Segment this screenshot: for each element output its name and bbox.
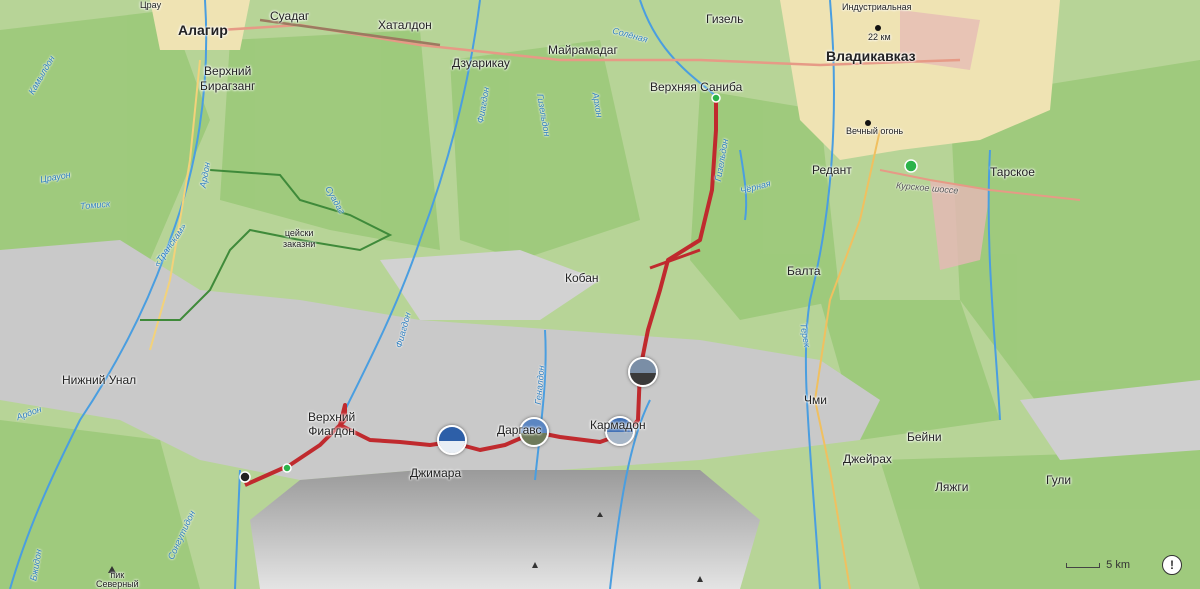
place-label-gizel: Гизель bbox=[706, 12, 744, 26]
route-start-marker[interactable] bbox=[282, 463, 292, 473]
waypoint-marker[interactable] bbox=[711, 93, 721, 103]
place-label-balta: Балта bbox=[787, 264, 821, 278]
place-label-lyazhgi: Ляжги bbox=[935, 480, 969, 494]
map-base bbox=[0, 0, 1200, 589]
place-label-zakaznik: цейски заказни bbox=[283, 228, 316, 249]
place-label-guli: Гули bbox=[1046, 473, 1072, 487]
place-label-vechny-ogon: Вечный огонь bbox=[846, 126, 904, 136]
place-label-khataldon: Хаталдон bbox=[378, 18, 432, 32]
photo-marker-dzhimara[interactable] bbox=[437, 425, 467, 455]
scale-bar: 5 km bbox=[1066, 559, 1130, 571]
place-label-dzhimara: Джимара bbox=[410, 466, 462, 480]
place-label-verkhnyaya-saniba: Верхняя Саниба bbox=[650, 80, 743, 94]
place-label-koban: Кобан bbox=[565, 271, 599, 285]
place-label-industrialnaya: Индустриальная bbox=[842, 2, 912, 12]
place-label-beyni: Бейни bbox=[907, 430, 942, 444]
place-label-dargavs: Даргавс bbox=[497, 423, 542, 437]
poi-icon bbox=[875, 25, 881, 31]
place-label-dzuarikau: Дзуарикау bbox=[452, 56, 510, 70]
place-label-tarskoe: Тарское bbox=[990, 165, 1035, 179]
place-label-redant: Редант bbox=[812, 163, 852, 177]
photo-marker-monastery[interactable] bbox=[628, 357, 658, 387]
location-marker[interactable] bbox=[904, 159, 918, 173]
route-end-marker[interactable] bbox=[239, 471, 251, 483]
place-label-vladikavkaz: Владикавказ bbox=[826, 48, 916, 64]
place-label-tsrau: Црау bbox=[140, 0, 162, 10]
place-label-dzheyrakh: Джейрах bbox=[843, 452, 892, 466]
place-label-mayramadag: Майрамадаг bbox=[548, 43, 618, 57]
place-label-22km: 22 км bbox=[868, 32, 891, 42]
info-button[interactable]: ! bbox=[1162, 555, 1182, 575]
place-label-verkhny-biragzang: Верхний Бирагзанг bbox=[200, 64, 256, 93]
place-label-verkhny-fiagdon: Верхний Фиагдон bbox=[308, 410, 356, 438]
scale-bar-line bbox=[1066, 562, 1101, 568]
place-label-karmadon: Кармадон bbox=[590, 418, 646, 432]
map-canvas[interactable]: Алагир Владикавказ Суадаг Хаталдон Дзуар… bbox=[0, 0, 1200, 589]
place-label-alagir: Алагир bbox=[178, 22, 228, 38]
place-label-nizhny-unal: Нижний Унал bbox=[62, 373, 137, 387]
place-label-chmi: Чми bbox=[804, 393, 827, 407]
scale-bar-label: 5 km bbox=[1106, 559, 1130, 571]
place-label-suadag: Суадаг bbox=[270, 9, 310, 23]
place-label-peak: пик Северный bbox=[96, 570, 139, 589]
